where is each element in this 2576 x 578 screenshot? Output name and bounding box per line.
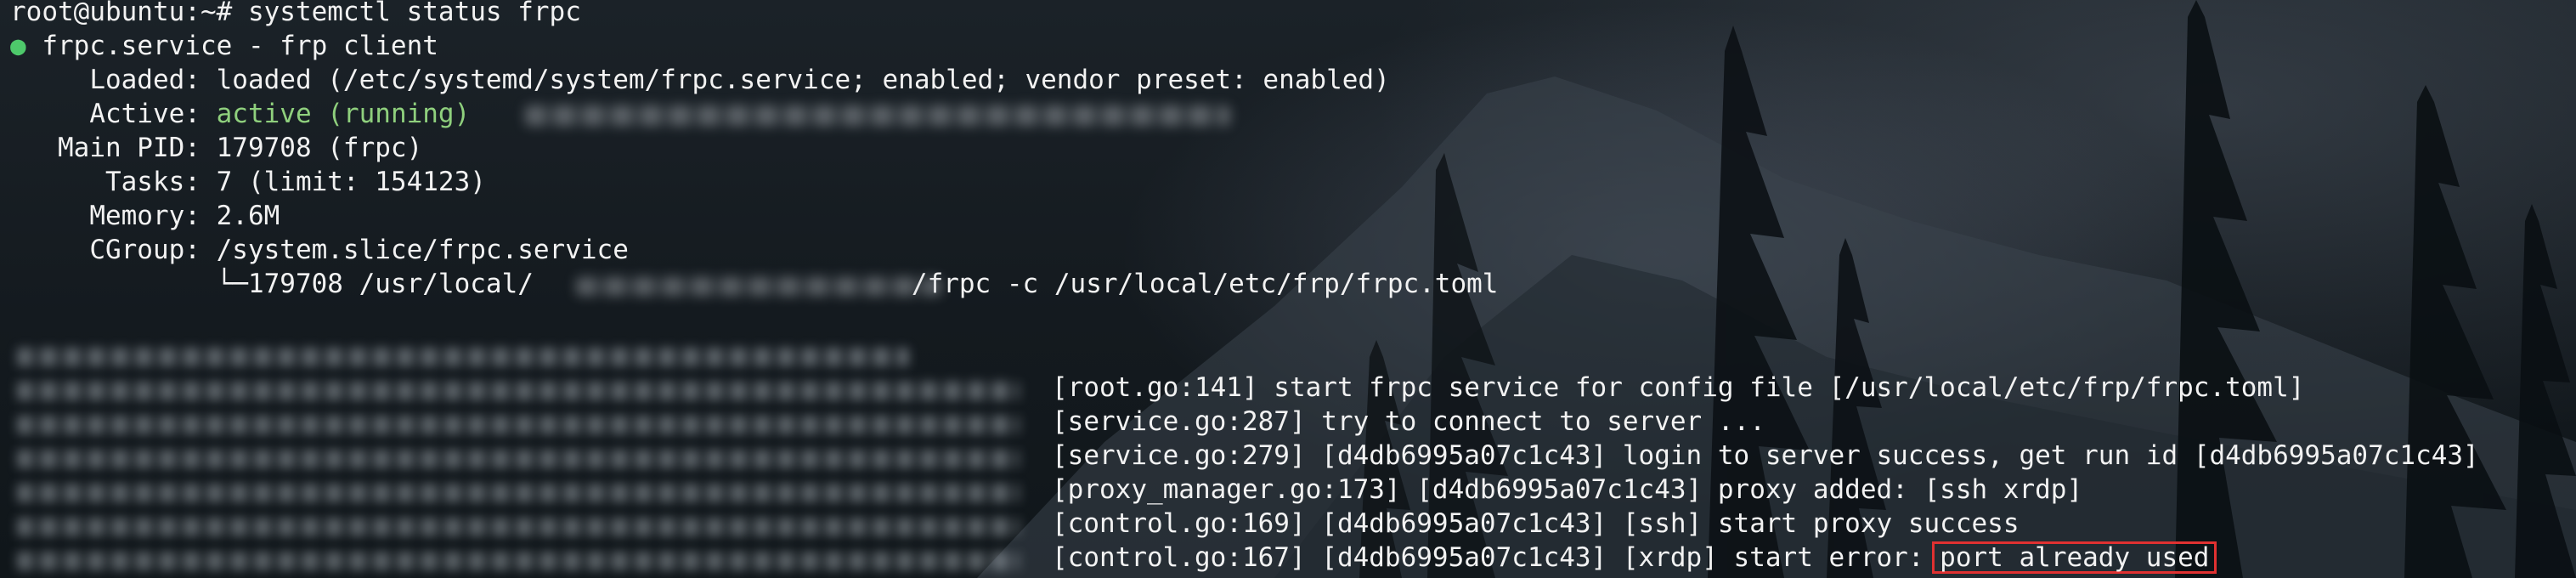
redacted-log-row xyxy=(17,552,1020,570)
cgroup-line: CGroup: /system.slice/frpc.service xyxy=(10,235,629,265)
redacted-log-row xyxy=(17,484,1020,502)
shell-prompt-command: root@ubuntu:~# systemctl status frpc xyxy=(10,0,581,27)
redacted-log-row xyxy=(17,382,1020,400)
active-status-value: active (running) xyxy=(216,99,471,129)
main-pid-line: Main PID: 179708 (frpc) xyxy=(10,133,423,163)
log-line: [control.go:169] [d4db6995a07c1c43] [ssh… xyxy=(1052,508,2020,539)
redacted-log-row xyxy=(17,348,909,366)
redacted-log-row xyxy=(17,450,1020,468)
redacted-log-row xyxy=(17,518,1020,536)
redacted-active-since xyxy=(525,105,1230,126)
service-header-line: ● frpc.service - frp client xyxy=(10,29,438,63)
log-line: [service.go:279] [d4db6995a07c1c43] logi… xyxy=(1052,440,2479,471)
error-highlight-box: port already used xyxy=(1932,541,2217,574)
active-label: Active: xyxy=(10,99,217,129)
log-line-error: [control.go:167] [d4db6995a07c1c43] [xrd… xyxy=(1052,541,2217,575)
cgroup-child-suffix: /frpc -c /usr/local/etc/frp/frpc.toml xyxy=(911,269,1499,299)
memory-line: Memory: 2.6M xyxy=(10,201,280,231)
redacted-log-row xyxy=(17,416,1020,434)
redacted-path-blur xyxy=(576,277,941,296)
terminal-window[interactable]: root@ubuntu:~# systemctl status frpc ● f… xyxy=(0,0,2576,578)
service-header-text: frpc.service - frp client xyxy=(25,31,438,61)
status-dot-icon: ● xyxy=(10,31,26,61)
log-line: [proxy_manager.go:173] [d4db6995a07c1c43… xyxy=(1052,474,2083,505)
active-line: Active: active (running) xyxy=(10,97,470,131)
tasks-line: Tasks: 7 (limit: 154123) xyxy=(10,167,486,197)
loaded-line: Loaded: loaded (/etc/systemd/system/frpc… xyxy=(10,65,1390,95)
cgroup-child-prefix: └─179708 /usr/local/ xyxy=(10,269,534,299)
redacted-log-timestamps xyxy=(0,336,1037,578)
log-error-prefix: [control.go:167] [d4db6995a07c1c43] [xrd… xyxy=(1052,542,1940,573)
log-line: [service.go:287] try to connect to serve… xyxy=(1052,406,1765,437)
log-line: [root.go:141] start frpc service for con… xyxy=(1052,372,2305,403)
